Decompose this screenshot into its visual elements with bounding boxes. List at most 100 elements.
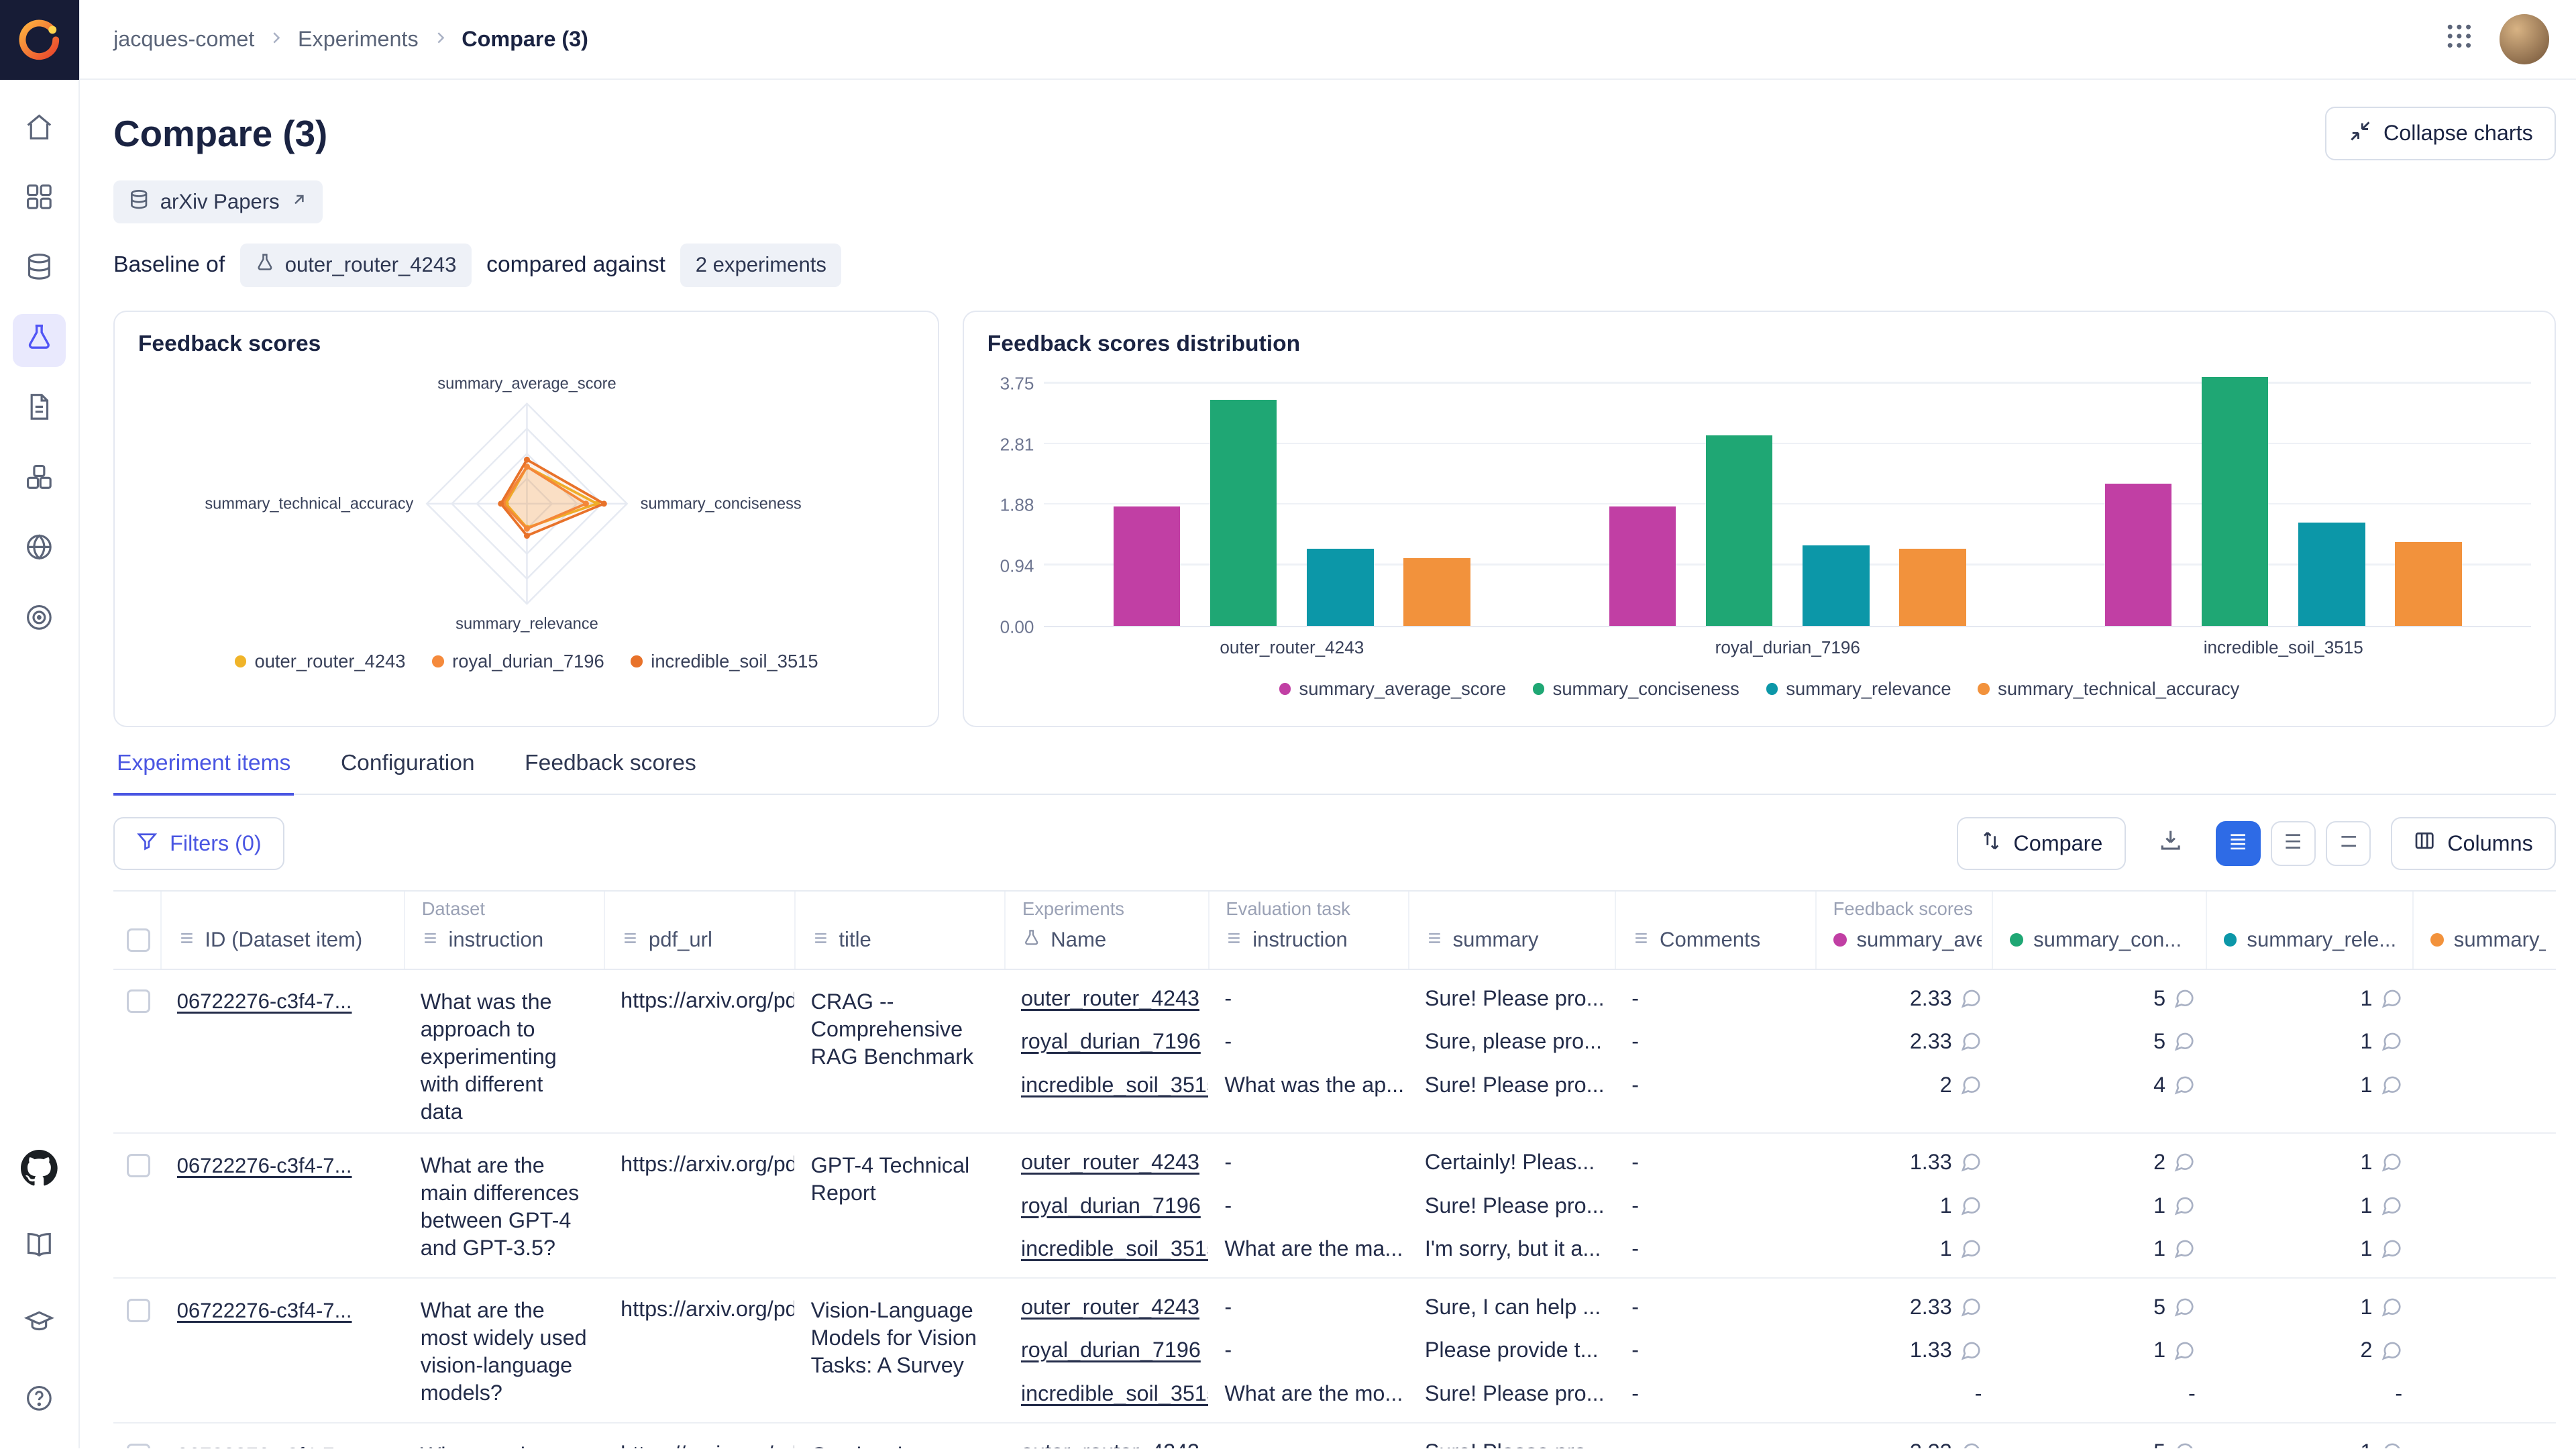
sidebar-item-projects[interactable]: [13, 174, 66, 227]
select-all-checkbox[interactable]: [127, 928, 150, 952]
column-header-title[interactable]: title: [794, 892, 1004, 968]
comment-icon[interactable]: [2381, 1238, 2402, 1259]
comment-icon[interactable]: [2381, 1441, 2402, 1448]
sidebar-item-configuration[interactable]: [13, 594, 66, 647]
comment-icon[interactable]: [2381, 1195, 2402, 1216]
column-header-summary[interactable]: summary: [1408, 892, 1615, 968]
comment-icon[interactable]: [1960, 1296, 1982, 1318]
row-checkbox[interactable]: [127, 989, 150, 1013]
tab-configuration[interactable]: Configuration: [337, 751, 478, 794]
sidebar-item-online-evaluation[interactable]: [13, 524, 66, 578]
svg-text:summary_relevance: summary_relevance: [455, 616, 598, 633]
row-height-large-button[interactable]: [2326, 821, 2371, 866]
column-header-score_avg[interactable]: Feedback scoressummary_aver...: [1815, 892, 1992, 968]
comment-icon[interactable]: [2174, 1195, 2195, 1216]
comments-cell: -: [1631, 1227, 1815, 1271]
comment-icon[interactable]: [2381, 987, 2402, 1009]
comment-icon[interactable]: [2174, 987, 2195, 1009]
row-checkbox[interactable]: [127, 1299, 150, 1322]
legend-dot-icon: [631, 655, 642, 667]
comment-icon[interactable]: [1960, 1238, 1982, 1259]
column-header-score_tech[interactable]: summary_te...: [2412, 892, 2556, 968]
comment-icon[interactable]: [1960, 1030, 1982, 1052]
experiment-name-link[interactable]: royal_durian_7196: [1021, 1193, 1201, 1218]
compare-button[interactable]: Compare: [1957, 817, 2125, 871]
comment-icon[interactable]: [1960, 1441, 1982, 1448]
column-header-instruction[interactable]: Datasetinstruction: [404, 892, 604, 968]
tab-feedback-scores[interactable]: Feedback scores: [521, 751, 700, 794]
comment-icon[interactable]: [2174, 1340, 2195, 1361]
breadcrumb-experiments[interactable]: Experiments: [298, 27, 419, 52]
sidebar-item-github[interactable]: [13, 1144, 66, 1198]
experiment-name-link[interactable]: incredible_soil_3515: [1021, 1381, 1208, 1405]
sidebar-item-datasets[interactable]: [13, 244, 66, 297]
comment-icon[interactable]: [2174, 1151, 2195, 1173]
avatar[interactable]: [2500, 14, 2550, 64]
apps-grid-icon[interactable]: [2446, 23, 2473, 56]
score-cell: -: [2008, 1372, 2205, 1415]
column-header-comments[interactable]: Comments: [1615, 892, 1815, 968]
comment-icon[interactable]: [1960, 1195, 1982, 1216]
sidebar-item-help[interactable]: [13, 1375, 66, 1428]
row-checkbox[interactable]: [127, 1444, 150, 1448]
globe-icon: [24, 532, 54, 569]
dataset-chip[interactable]: arXiv Papers: [113, 180, 323, 224]
experiment-name-link[interactable]: outer_router_4243: [1021, 986, 1199, 1010]
experiment-name-link[interactable]: incredible_soil_3515: [1021, 1073, 1208, 1097]
pdf-url-cell: https://arxiv.org/pd: [604, 1430, 794, 1448]
comment-icon[interactable]: [2381, 1296, 2402, 1318]
sidebar-item-experiments[interactable]: [13, 314, 66, 368]
sidebar-item-prompts[interactable]: [13, 384, 66, 437]
dataset-item-id-link[interactable]: 06722276-c3f4-7...: [177, 1299, 404, 1323]
experiment-name-link[interactable]: royal_durian_7196: [1021, 1029, 1201, 1053]
task-instruction-cell: -: [1224, 1430, 1408, 1448]
score-cell: 1.33: [1832, 1328, 1992, 1372]
download-button[interactable]: [2146, 818, 2196, 869]
row-height-small-button[interactable]: [2216, 821, 2261, 866]
comment-icon[interactable]: [2174, 1238, 2195, 1259]
comment-icon[interactable]: [1960, 987, 1982, 1009]
column-header-score_con[interactable]: summary_con...: [1992, 892, 2205, 968]
dataset-item-id-link[interactable]: 06722276-c3f4-7...: [177, 989, 404, 1014]
experiment-name-link[interactable]: outer_router_4243: [1021, 1295, 1199, 1319]
comment-icon[interactable]: [1960, 1074, 1982, 1095]
comet-logo[interactable]: [0, 0, 79, 80]
dataset-item-id-link[interactable]: 06722276-c3f4-7...: [177, 1154, 404, 1178]
tab-experiment-items[interactable]: Experiment items: [113, 751, 294, 796]
comment-icon[interactable]: [2174, 1074, 2195, 1095]
comment-icon[interactable]: [2381, 1340, 2402, 1361]
sidebar-item-documentation[interactable]: [13, 1222, 66, 1275]
row-height-medium-button[interactable]: [2271, 821, 2316, 866]
comment-icon[interactable]: [2381, 1151, 2402, 1173]
experiment-name-link[interactable]: outer_router_4243: [1021, 1150, 1199, 1174]
baseline-experiment-chip[interactable]: outer_router_4243: [240, 244, 472, 287]
column-header-id[interactable]: ID (Dataset item): [160, 892, 404, 968]
comment-icon[interactable]: [1960, 1151, 1982, 1173]
collapse-charts-button[interactable]: Collapse charts: [2325, 107, 2556, 160]
column-header-task_instruction[interactable]: Evaluation taskinstruction: [1208, 892, 1408, 968]
row-checkbox[interactable]: [127, 1154, 150, 1177]
sidebar-item-playground[interactable]: [13, 453, 66, 507]
comment-icon[interactable]: [2174, 1296, 2195, 1318]
experiment-name-link[interactable]: incredible_soil_3515: [1021, 1236, 1208, 1260]
comment-icon[interactable]: [2381, 1030, 2402, 1052]
sidebar-item-home[interactable]: [13, 103, 66, 157]
experiment-name-link[interactable]: outer_router_4243: [1021, 1440, 1199, 1448]
comment-icon[interactable]: [2174, 1441, 2195, 1448]
column-header-name[interactable]: ExperimentsName: [1004, 892, 1208, 968]
column-header-score_rel[interactable]: summary_rele...: [2206, 892, 2412, 968]
experiments-count-chip[interactable]: 2 experiments: [680, 244, 841, 287]
filters-button[interactable]: Filters (0): [113, 817, 284, 871]
legend-item: summary_average_score: [1279, 678, 1506, 700]
score-color-dot-icon: [2010, 933, 2023, 947]
comment-icon[interactable]: [1960, 1340, 1982, 1361]
experiment-name-link[interactable]: royal_durian_7196: [1021, 1338, 1201, 1362]
comment-icon[interactable]: [2174, 1030, 2195, 1052]
y-tick-label: 3.75: [1000, 373, 1034, 394]
sidebar-item-quickstart[interactable]: [13, 1298, 66, 1352]
dataset-item-id-link[interactable]: 06722276-c3f4-7...: [177, 1444, 404, 1448]
column-header-pdf_url[interactable]: pdf_url: [604, 892, 794, 968]
breadcrumb-workspace[interactable]: jacques-comet: [113, 27, 254, 52]
comment-icon[interactable]: [2381, 1074, 2402, 1095]
columns-button[interactable]: Columns: [2391, 817, 2556, 871]
